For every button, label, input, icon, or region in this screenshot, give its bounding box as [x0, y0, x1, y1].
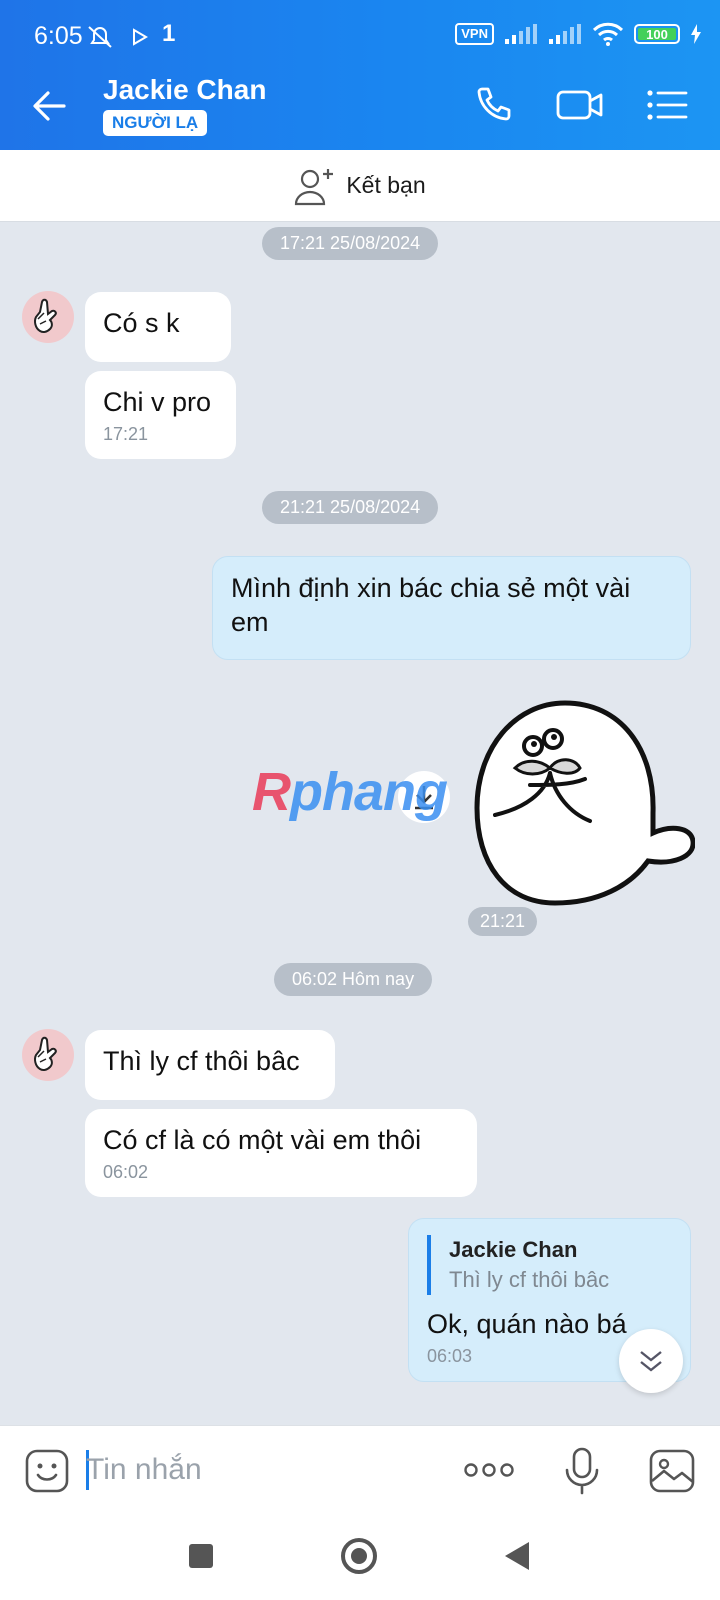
- vpn-badge: VPN: [455, 23, 494, 45]
- wifi-icon: [592, 22, 624, 46]
- home-button[interactable]: [336, 1533, 382, 1579]
- message-text: Có cf là có một vài em thôi: [103, 1125, 422, 1155]
- status-time: 6:05: [34, 22, 83, 50]
- message-input[interactable]: [86, 1446, 406, 1494]
- message-bubble[interactable]: Thì ly cf thôi bâc: [85, 1030, 335, 1100]
- recents-button[interactable]: [178, 1533, 224, 1579]
- signal-icon: [505, 24, 537, 44]
- message-text: Có s k: [103, 308, 180, 338]
- message-bubble[interactable]: Có s k: [85, 292, 231, 362]
- add-user-icon: [295, 168, 334, 205]
- more-options-icon[interactable]: [464, 1460, 514, 1480]
- menu-list-icon[interactable]: [644, 82, 690, 128]
- quote-author: Jackie Chan: [449, 1237, 578, 1262]
- date-separator: 06:02 Hôm nay: [274, 963, 433, 996]
- home-circle-icon: [341, 1538, 377, 1574]
- avatar-hand-icon: [34, 298, 57, 334]
- battery-icon: 100: [634, 24, 680, 44]
- back-nav-button[interactable]: [494, 1533, 540, 1579]
- stranger-badge: NGƯỜI LẠ: [103, 110, 208, 136]
- status-bar: 6:05 1 VPN 100: [0, 0, 720, 62]
- sticker-time: 21:21: [468, 907, 538, 936]
- date-separator: 21:21 25/08/2024: [262, 491, 439, 524]
- square-icon: [189, 1544, 213, 1568]
- contact-name[interactable]: Jackie Chan: [103, 74, 266, 106]
- message-time: 06:02: [103, 1162, 149, 1182]
- chat-header: Jackie Chan NGƯỜI LẠ: [0, 62, 720, 150]
- avatar[interactable]: [22, 1029, 74, 1081]
- charging-icon: [691, 24, 701, 44]
- message-text: Chi v pro: [103, 387, 212, 417]
- date-separator: 17:21 25/08/2024: [262, 227, 439, 260]
- avatar[interactable]: [22, 291, 74, 343]
- muted-bell-icon: [88, 26, 112, 48]
- image-gallery-icon[interactable]: [648, 1448, 696, 1494]
- microphone-icon[interactable]: [562, 1446, 602, 1496]
- double-chevron-down-icon: [640, 1351, 662, 1372]
- video-call-icon[interactable]: [555, 82, 605, 128]
- message-text: Thì ly cf thôi bâc: [103, 1046, 300, 1076]
- seal-sticker[interactable]: [465, 693, 695, 908]
- signal-icon-2: [549, 24, 581, 44]
- message-bubble[interactable]: Chi v pro 17:21: [85, 371, 236, 459]
- back-arrow-icon[interactable]: [28, 84, 72, 128]
- play-icon: [133, 28, 148, 46]
- system-nav-bar: [0, 1515, 720, 1600]
- emoji-sticker-icon[interactable]: [24, 1448, 70, 1494]
- status-right: VPN 100: [455, 22, 702, 46]
- avatar-hand-icon: [34, 1036, 57, 1072]
- triangle-back-icon: [505, 1542, 529, 1570]
- chat-area[interactable]: 17:21 25/08/2024 Có s k Chi v pro 17:21 …: [0, 223, 720, 1425]
- add-friend-label: Kết bạn: [346, 172, 426, 198]
- message-text: Ok, quán nào bá: [427, 1309, 627, 1339]
- watermark: Rphang: [252, 762, 448, 822]
- message-bubble[interactable]: Có cf là có một vài em thôi 06:02: [85, 1109, 477, 1197]
- message-text: Mình định xin bác chia sẻ một vài em: [231, 573, 631, 637]
- message-bubble-outgoing[interactable]: Mình định xin bác chia sẻ một vài em: [212, 556, 691, 660]
- phone-icon[interactable]: [470, 82, 516, 128]
- message-time: 17:21: [103, 424, 149, 444]
- add-friend-button[interactable]: Kết bạn: [0, 150, 720, 222]
- reply-quote[interactable]: Jackie Chan Thì ly cf thôi bâc: [427, 1235, 672, 1295]
- status-left-icons: [86, 24, 148, 50]
- message-input-bar: [0, 1425, 720, 1515]
- status-extra: 1: [162, 20, 176, 47]
- quote-text: Thì ly cf thôi bâc: [449, 1267, 610, 1292]
- scroll-to-bottom-button[interactable]: [619, 1329, 683, 1393]
